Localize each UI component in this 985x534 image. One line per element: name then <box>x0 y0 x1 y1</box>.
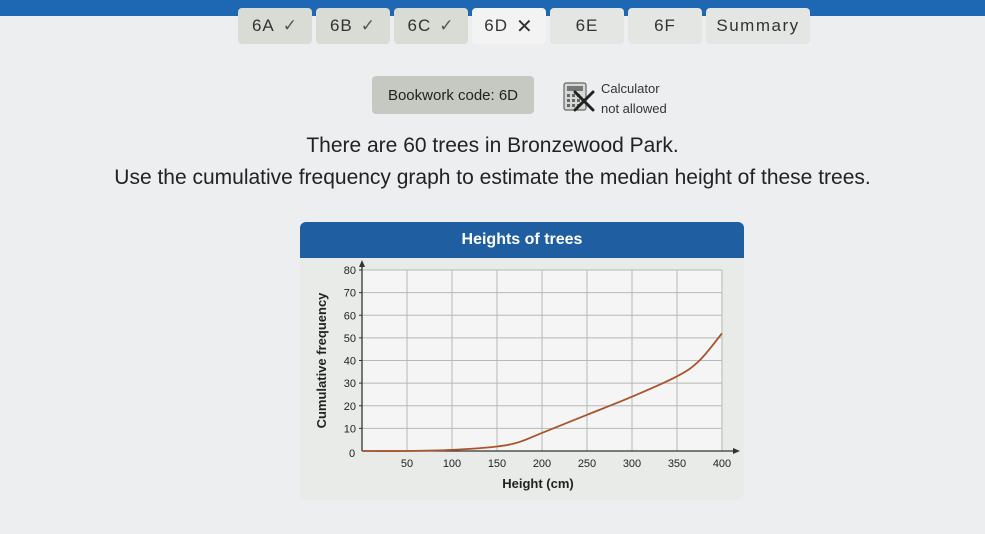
tab-label: 6C <box>407 16 432 35</box>
calculator-crossed-icon <box>563 82 595 112</box>
x-tick-label: 100 <box>443 458 461 470</box>
question-line-2: Use the cumulative frequency graph to es… <box>114 166 871 189</box>
y-tick-label: 60 <box>344 310 356 322</box>
cumulative-frequency-chart: 10 20 30 40 50 60 70 80 0 50 100 150 200 250 300 350 400… <box>314 260 740 491</box>
y-axis-arrow <box>359 260 365 267</box>
tab-label: 6D <box>484 16 508 35</box>
y-tick-label: 10 <box>344 423 356 435</box>
y-axis-label: Cumulative frequency <box>314 292 329 429</box>
tab-6b[interactable]: 6B ✓ <box>316 8 390 44</box>
y-tick-label: 80 <box>344 265 356 277</box>
check-icon: ✓ <box>360 16 377 35</box>
cross-icon: ✕ <box>515 15 534 38</box>
x-axis-arrow <box>733 448 740 454</box>
calculator-restriction: not allowed <box>601 101 667 116</box>
tab-6f[interactable]: 6F <box>628 8 702 44</box>
tab-summary[interactable]: Summary <box>706 8 810 44</box>
y-tick-label: 20 <box>344 401 356 413</box>
tab-6c[interactable]: 6C ✓ <box>394 8 468 44</box>
x-tick-label: 400 <box>713 458 731 470</box>
x-tick-label: 150 <box>488 458 506 470</box>
x-tick-label: 200 <box>533 458 551 470</box>
y-tick-label: 30 <box>344 378 356 390</box>
x-axis-label: Height (cm) <box>502 476 574 491</box>
tab-label: Summary <box>716 16 800 35</box>
check-icon: ✓ <box>439 16 455 35</box>
y-tick-label: 40 <box>344 356 356 368</box>
origin-label: 0 <box>349 448 355 460</box>
check-icon: ✓ <box>282 16 299 35</box>
tab-label: 6B <box>329 16 353 35</box>
tab-6a[interactable]: 6A ✓ <box>238 8 312 44</box>
tab-6e[interactable]: 6E <box>550 8 624 44</box>
question-line-1: There are 60 trees in Bronzewood Park. <box>306 134 679 157</box>
x-tick-label: 50 <box>401 458 413 470</box>
x-tick-label: 250 <box>578 458 596 470</box>
tab-6d[interactable]: 6D ✕ <box>472 8 546 44</box>
x-tick-label: 350 <box>668 458 686 470</box>
bookwork-code-label: Bookwork code: 6D <box>387 86 519 104</box>
task-tabs: 6A ✓ 6B ✓ 6C ✓ 6D ✕ 6E 6F Summary <box>0 0 985 50</box>
y-tick-label: 70 <box>344 288 356 300</box>
tab-label: 6E <box>575 16 599 35</box>
x-tick-label: 300 <box>623 458 641 470</box>
tab-label: 6F <box>654 16 676 35</box>
bookwork-code-button[interactable]: Bookwork code: 6D <box>372 76 534 114</box>
calculator-label: Calculator <box>601 81 660 96</box>
tab-label: 6A <box>251 16 275 35</box>
y-tick-label: 50 <box>344 333 356 345</box>
